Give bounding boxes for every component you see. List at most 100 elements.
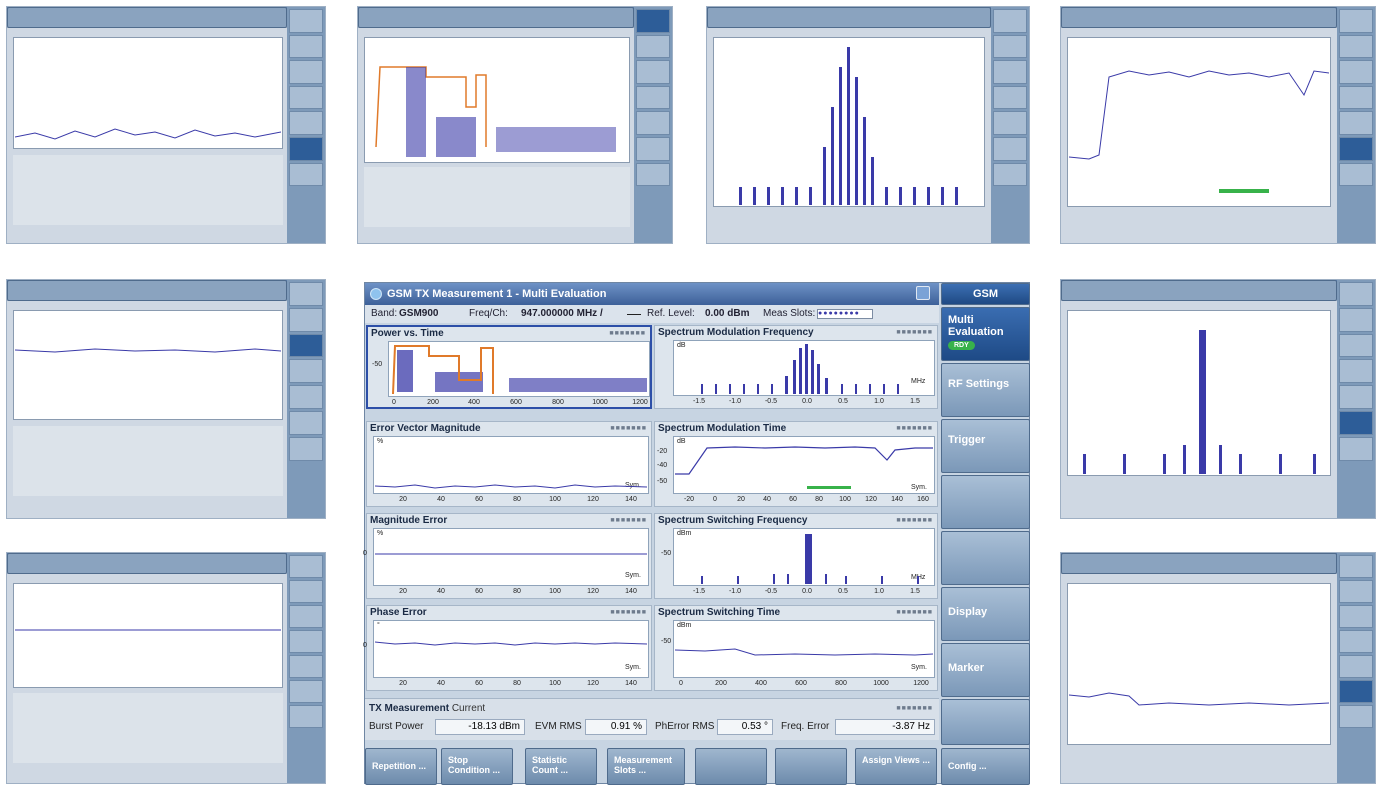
results-mode: Current — [451, 703, 486, 714]
multi-evaluation-softkey[interactable]: Multi Evaluation RDY — [941, 307, 1030, 361]
phe-y-unit: ° — [377, 622, 380, 629]
repetition-softkey[interactable]: Repetition ... — [365, 748, 437, 785]
thumb-flat-trace — [15, 348, 281, 353]
rdy-badge: RDY — [948, 341, 975, 350]
smt-y-tick: -50 — [657, 478, 668, 485]
panel-title: Spectrum Modulation Frequency — [658, 327, 814, 338]
band-value[interactable]: GSM900 — [399, 305, 438, 323]
empty-softkey-2[interactable] — [941, 531, 1030, 585]
multi-evaluation-label: Multi Evaluation — [948, 314, 1004, 338]
freq-value[interactable]: 947.000000 MHz / — [521, 305, 603, 323]
measurement-slots-softkey[interactable]: Measurement Slots ... — [607, 748, 685, 785]
power-vs-time-panel[interactable]: Power vs. Time ■■■■■■■ -50 0 200 400 600 800 1… — [366, 325, 652, 409]
smf-x-axis: -1.5 -1.0 -0.5 0.0 0.5 1.0 1.5 — [692, 398, 920, 405]
evm-trace — [375, 484, 647, 489]
thumb-flat-trace-2 — [15, 629, 281, 631]
empty-softkey-5[interactable] — [775, 748, 847, 785]
panel-title: Spectrum Modulation Time — [658, 423, 787, 434]
thumbnail-spectrum-modulation-frequency — [706, 6, 1030, 244]
mag-y-tick: 0 — [363, 550, 367, 557]
measurement-header: Band: GSM900 Freq/Ch: 947.000000 MHz / R… — [365, 305, 939, 323]
gsm-header: GSM — [941, 283, 1030, 305]
ref-level-label: Ref. Level: — [647, 308, 695, 319]
smt-x-axis: -20 0 20 40 60 80 100 120 140 160 — [683, 496, 929, 503]
thumbnail-power-vs-time — [357, 6, 673, 244]
panel-title: Spectrum Switching Frequency — [658, 515, 808, 526]
smt-trace — [675, 446, 933, 489]
right-softkey-bar: GSM Multi Evaluation RDY RF Settings Tri… — [941, 283, 1031, 746]
statistic-count-softkey[interactable]: Statistic Count ... — [525, 748, 597, 785]
sst-y-unit: dBm — [677, 622, 692, 629]
evm-rms-value: 0.91 % — [585, 719, 647, 735]
phe-x-unit: Sym. — [625, 664, 641, 671]
meas-slots-label: Meas Slots: — [763, 308, 816, 319]
app-icon — [370, 288, 382, 300]
pherror-rms-value: 0.53 ° — [717, 719, 773, 735]
spectrum-modulation-frequency-panel[interactable]: Spectrum Modulation Frequency ■■■■■■■ dB … — [654, 325, 938, 409]
thumbnail-spectrum-modulation-time — [1060, 6, 1376, 244]
empty-softkey-4[interactable] — [695, 748, 767, 785]
thumbnail-spectrum-switching-frequency — [1060, 279, 1376, 519]
pvt-y-tick: -50 — [372, 361, 383, 368]
tx-measurement-results: TX Measurement Current ■■■■■■■ Burst Pow… — [365, 698, 939, 740]
minimize-button[interactable] — [916, 286, 930, 300]
thumb-smt-trace — [1069, 70, 1329, 193]
smt-y-tick: -20 — [657, 448, 668, 455]
assign-views-softkey[interactable]: Assign Views ... — [855, 748, 937, 785]
panel-title: Magnitude Error — [370, 515, 448, 526]
sst-y-tick: -50 — [661, 638, 672, 645]
spectrum-modulation-time-panel[interactable]: Spectrum Modulation Time ■■■■■■■ dB -20 -… — [654, 421, 938, 507]
sst-x-axis: 0 200 400 600 800 1000 1200 — [679, 680, 929, 687]
thumb-pvt-trace — [375, 66, 616, 157]
mag-x-unit: Sym. — [625, 572, 641, 579]
mag-x-axis: 20 40 60 80 100 120 140 — [399, 588, 637, 595]
sst-x-unit: Sym. — [911, 664, 927, 671]
pherror-rms-label: PhError RMS — [655, 721, 715, 732]
phe-x-axis: 20 40 60 80 100 120 140 — [399, 680, 637, 687]
phe-y-tick: 0 — [363, 642, 367, 649]
error-vector-magnitude-panel[interactable]: Error Vector Magnitude ■■■■■■■ % Sym. 20 4… — [366, 421, 652, 507]
thumb-trace — [15, 128, 281, 140]
freq-error-value: -3.87 Hz — [835, 719, 935, 735]
panel-title: Error Vector Magnitude — [370, 423, 481, 434]
freq-error-label: Freq. Error — [781, 721, 830, 732]
trigger-softkey[interactable]: Trigger — [941, 419, 1030, 473]
magnitude-error-panel[interactable]: Magnitude Error ■■■■■■■ % 0 Sym. 20 40 60 80… — [363, 513, 652, 599]
empty-softkey-1[interactable] — [941, 475, 1030, 529]
thumbnail-trigger-view — [6, 279, 326, 519]
pvt-x-axis: 0 200 400 600 800 1000 1200 — [392, 399, 648, 406]
mag-trace — [375, 553, 647, 555]
config-softkey[interactable]: Config ... — [941, 748, 1030, 785]
sst-trace — [675, 648, 933, 656]
results-title: TX Measurement — [369, 703, 450, 714]
display-softkey[interactable]: Display — [941, 587, 1030, 641]
spectrum-switching-frequency-panel[interactable]: Spectrum Switching Frequency ■■■■■■■ dBm … — [654, 513, 938, 599]
thumb-sst-trace — [1069, 692, 1329, 706]
main-window: GSM TX Measurement 1 - Multi Evaluation … — [363, 282, 1031, 785]
panel-title: Phase Error — [370, 607, 427, 618]
ref-level-value[interactable]: 0.00 dBm — [705, 305, 749, 323]
thumb-ssf-bars — [1083, 330, 1316, 474]
panel-title: Spectrum Switching Time — [658, 607, 781, 618]
empty-softkey-3[interactable] — [941, 699, 1030, 745]
thumbnail-magnitude-view — [6, 552, 326, 784]
pvt-trace — [392, 345, 647, 395]
ssf-x-axis: -1.5 -1.0 -0.5 0.0 0.5 1.0 1.5 — [692, 588, 920, 595]
stop-condition-softkey[interactable]: Stop Condition ... — [441, 748, 513, 785]
meas-slots-indicator[interactable]: ●●●●●●●● — [817, 309, 873, 319]
mag-y-unit: % — [377, 530, 384, 537]
marker-softkey[interactable]: Marker — [941, 643, 1030, 697]
phe-trace — [375, 641, 647, 646]
band-label: Band: — [371, 308, 398, 319]
spectrum-switching-time-panel[interactable]: Spectrum Switching Time ■■■■■■■ dBm -50 S… — [654, 605, 938, 691]
smf-bars — [701, 344, 899, 394]
bottom-softkey-bar: Repetition ... Stop Condition ... Statis… — [365, 748, 1031, 785]
rf-settings-softkey[interactable]: RF Settings — [941, 363, 1030, 417]
evm-x-axis: 20 40 60 80 100 120 140 — [399, 496, 637, 503]
thumb-smf-bars — [739, 47, 958, 205]
burst-power-label: Burst Power — [369, 721, 424, 732]
burst-power-value: -18.13 dBm — [435, 719, 525, 735]
evm-y-unit: % — [377, 438, 384, 445]
phase-error-panel[interactable]: Phase Error ■■■■■■■ ° 0 Sym. 20 40 60 80 100 1… — [363, 605, 652, 691]
evm-rms-label: EVM RMS — [535, 721, 582, 732]
